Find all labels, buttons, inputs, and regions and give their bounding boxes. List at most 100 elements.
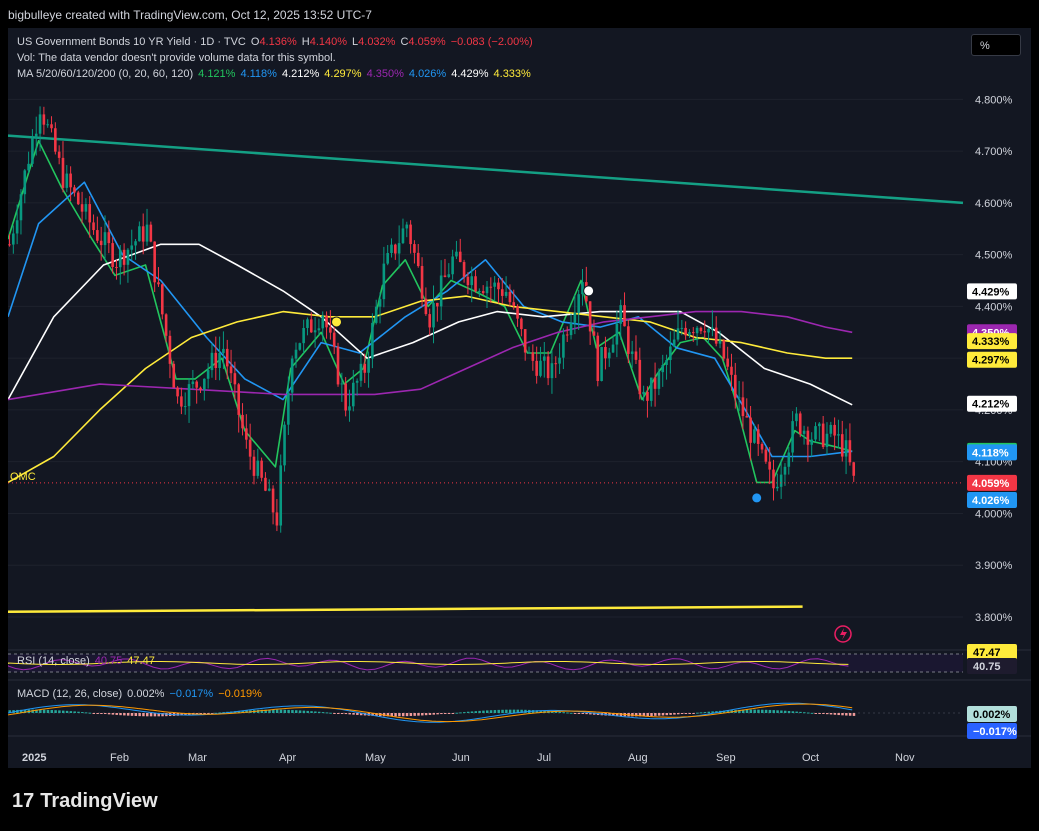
macd-hist-bar <box>692 713 695 714</box>
macd-hist-bar <box>54 710 57 713</box>
candle-body <box>607 352 611 359</box>
candle <box>776 473 779 492</box>
candle-body <box>298 343 302 350</box>
candle <box>493 276 496 301</box>
candle-body <box>290 358 294 393</box>
macd-hist-bar <box>707 711 711 713</box>
candle-body <box>233 373 237 385</box>
macd-hist-bar <box>764 709 768 713</box>
candle-body <box>535 360 538 376</box>
candle <box>57 145 61 165</box>
macd-hist-bar <box>295 710 298 713</box>
percent-scale-button[interactable]: % <box>971 34 1021 56</box>
macd-hist-bar <box>291 710 294 713</box>
candle-body <box>88 204 92 223</box>
macd-hist-bar <box>489 710 493 713</box>
candle-body <box>569 322 573 336</box>
candle <box>325 311 328 339</box>
candle <box>237 382 240 433</box>
macd-hist-bar <box>470 711 474 713</box>
candle <box>546 351 550 386</box>
candle-body <box>470 276 474 286</box>
signal-marker[interactable] <box>751 492 763 504</box>
candle <box>695 325 699 346</box>
macd-hist-bar <box>787 710 791 713</box>
candle-body <box>458 251 462 263</box>
candle-body <box>711 327 714 329</box>
candle-body <box>390 244 393 254</box>
price-label: 4.118% <box>967 444 1017 461</box>
macd-hist-bar <box>558 711 562 713</box>
candle-body <box>420 266 424 299</box>
macd-hist-bar <box>436 713 439 715</box>
candle-body <box>764 449 768 462</box>
macd-hist-bar <box>581 713 584 714</box>
candle-body <box>153 241 156 283</box>
x-tick-label: Jul <box>537 752 551 764</box>
price-chart[interactable]: 4.800%4.700%4.600%4.500%4.400%4.300%4.20… <box>8 28 1031 768</box>
candle-body <box>466 276 470 286</box>
chart-panel[interactable]: 4.800%4.700%4.600%4.500%4.400%4.300%4.20… <box>8 28 1031 768</box>
candle <box>206 363 210 389</box>
candle <box>149 221 153 243</box>
macd-hist-bar <box>138 713 141 717</box>
candle-body <box>829 424 833 434</box>
candle-body <box>848 440 852 463</box>
candle-body <box>436 302 439 307</box>
tradingview-logo: 17 TradingView <box>12 790 158 813</box>
candle <box>31 129 34 168</box>
candle-body <box>657 372 661 389</box>
candle-body <box>661 364 665 373</box>
macd-hist-bar <box>818 713 821 714</box>
candle-body <box>623 305 626 327</box>
macd-label-upper: 0.002% <box>967 706 1017 722</box>
candle-body <box>118 249 122 268</box>
candle <box>283 421 286 472</box>
candle-body <box>821 423 825 447</box>
candle-body <box>302 327 305 344</box>
macd-hist-bar <box>428 713 432 715</box>
candle <box>245 414 248 449</box>
candle-body <box>65 173 69 188</box>
macd-hist-bar <box>665 713 669 716</box>
price-label-text: 4.429% <box>972 286 1010 298</box>
macd-hist-bar <box>130 713 134 716</box>
macd-hist-bar <box>772 710 775 713</box>
macd-hist-bar <box>833 713 837 715</box>
candle-body <box>672 339 676 347</box>
candle-body <box>756 429 760 444</box>
footer-brand: TradingView <box>40 790 158 812</box>
legend-symbol: US Government Bonds 10 YR Yield · 1D · T… <box>17 36 246 48</box>
candle <box>96 216 99 244</box>
macd-hist-bar <box>283 709 287 713</box>
candle-body <box>707 328 710 333</box>
candle <box>183 392 187 415</box>
candle-body <box>451 256 454 275</box>
candle-body <box>256 460 260 476</box>
candle-body <box>825 433 829 447</box>
macd-hist-bar <box>337 713 340 714</box>
signal-marker[interactable] <box>583 285 595 297</box>
macd-hist-bar <box>432 713 436 715</box>
macd-hist-bar <box>46 709 50 713</box>
candle-body <box>92 222 95 231</box>
macd-hist-bar <box>562 712 565 714</box>
alert-icon[interactable] <box>834 625 852 643</box>
candle <box>141 213 145 255</box>
candle <box>458 238 462 263</box>
macd-hist-bar <box>134 713 138 716</box>
candle-body <box>634 351 638 360</box>
footer: 17 TradingView <box>0 768 1039 831</box>
macd-hist-bar <box>325 712 329 714</box>
candle-body <box>321 315 325 329</box>
candle-body <box>225 348 229 367</box>
candle <box>462 259 466 283</box>
candle <box>688 329 691 339</box>
signal-marker[interactable] <box>331 316 343 328</box>
macd-hist-bar <box>825 713 829 715</box>
candle <box>443 258 447 278</box>
candle-body <box>122 249 126 265</box>
macd-hist-bar <box>314 711 317 713</box>
rsi-label-lower-text: 40.75 <box>973 661 1001 673</box>
macd-hist-bar <box>77 711 80 713</box>
